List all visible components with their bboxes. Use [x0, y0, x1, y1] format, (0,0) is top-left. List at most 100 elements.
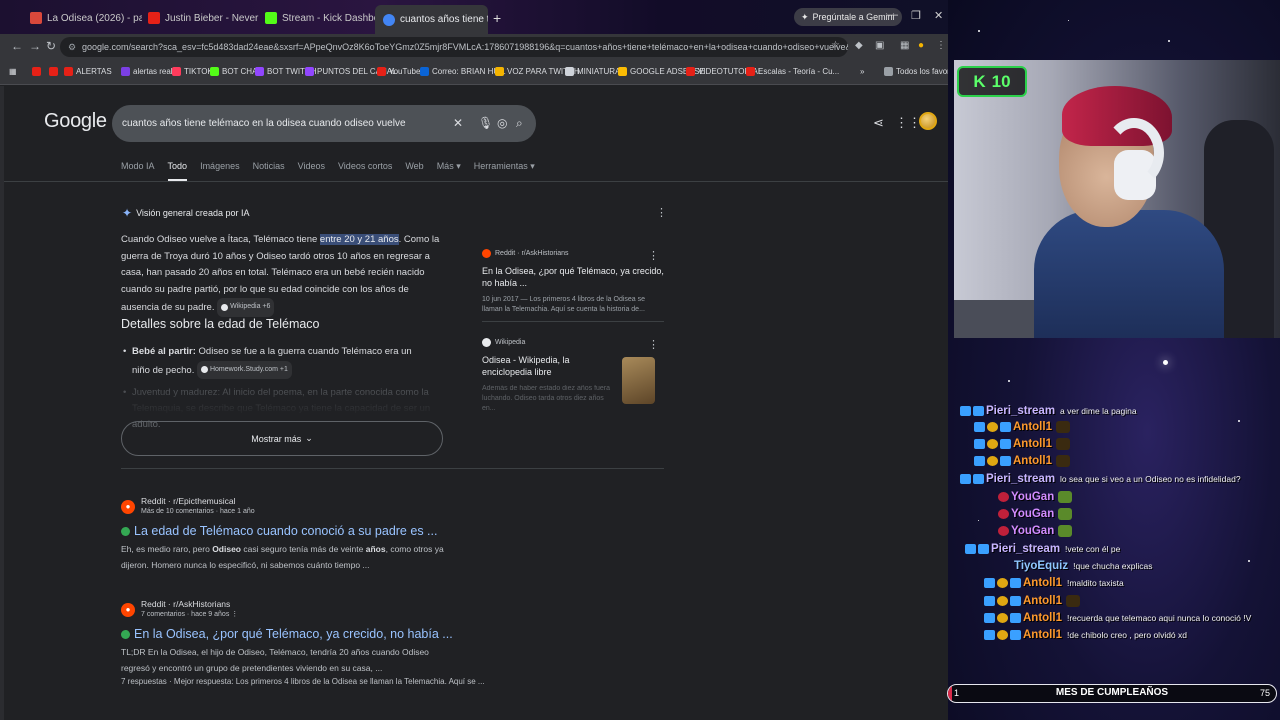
google-results-page: Google cuantos años tiene telémaco en la… [0, 86, 948, 720]
google-apps-icon[interactable]: ⋮⋮ [895, 115, 921, 131]
ai-text-part: Cuando Odiseo vuelve a Ítaca, Telémaco t… [121, 234, 320, 245]
result-site[interactable]: Reddit · r/AskHistorians [141, 599, 238, 610]
result-title-link[interactable]: En la Odisea, ¿por qué Telémaco, ya crec… [121, 627, 641, 641]
bookmark-miniaturas[interactable]: MINIATURAS [565, 67, 626, 76]
tab-videos[interactable]: Videos [298, 161, 325, 181]
lens-icon[interactable]: ◎ [497, 105, 507, 142]
ai-overview-title: Visión general creada por IA [136, 208, 250, 218]
chat-user: Antoll1 [1013, 421, 1052, 433]
tab-noticias[interactable]: Noticias [253, 161, 285, 181]
chip-label: Wikipedia +6 [230, 303, 271, 310]
result-title-link[interactable]: La edad de Telémaco cuando conoció a su … [121, 524, 641, 538]
wikipedia-icon [221, 303, 229, 311]
back-icon[interactable]: ← [11, 39, 23, 53]
goal-label: MES DE CUMPLEAÑOS [1055, 687, 1169, 698]
tab-herramientas[interactable]: Herramientas ▾ [474, 161, 535, 181]
badge-icon [984, 578, 995, 588]
goal-progress-bar: 1 MES DE CUMPLEAÑOS 75 [947, 684, 1277, 703]
tab-mas[interactable]: Más ▾ [437, 161, 461, 181]
more-bookmarks-icon[interactable]: » [860, 67, 864, 76]
chat-user: Antoll1 [1013, 438, 1052, 450]
bookmark-alertas[interactable]: ALERTAS [64, 67, 112, 76]
browser-menu-icon[interactable]: ⋮ [936, 40, 946, 51]
sidebar-icon[interactable]: ▦ [900, 40, 909, 51]
search-input[interactable]: cuantos años tiene telémaco en la odisea… [112, 105, 536, 142]
chat-message: Antoll1 !recuerda que telemaco aqui nunca… [984, 612, 1251, 624]
search-result-2: ● Reddit · r/AskHistorians 7 comentarios… [121, 599, 641, 686]
new-tab-icon[interactable]: + [493, 10, 501, 26]
chat-message: TiyoEquiz !que chucha explicas [1014, 560, 1153, 572]
tab-odisea[interactable]: La Odisea (2026) - pagina 4v 1 ✕ [22, 7, 142, 29]
bookmark-escalas[interactable]: Escalas - Teoría - Cu... [746, 67, 839, 76]
ai-overview-menu-icon[interactable]: ⋮ [656, 206, 667, 219]
profile-icon[interactable]: ● [918, 40, 924, 51]
source-site: Reddit · r/AskHistorians [495, 250, 569, 257]
tab-todo[interactable]: Todo [167, 161, 188, 181]
google-logo[interactable]: Google [44, 110, 107, 133]
chat-user: Pieri_stream [991, 543, 1061, 555]
tab-label: cuantos años tiene telémaco en [400, 14, 488, 25]
bookmark-icon-a[interactable] [32, 67, 41, 76]
tab-youtube[interactable]: Justin Bieber - Never Say Neve ✕ [140, 7, 260, 29]
chat-message: Antoll1 [984, 595, 1080, 607]
result-related[interactable]: 7 respuestas · Mejor respuesta: Los prim… [121, 677, 641, 686]
ai-highlight: entre 20 y 21 años [319, 234, 399, 245]
search-query-text: cuantos años tiene telémaco en la odisea… [122, 118, 406, 129]
tab-google-search[interactable]: cuantos años tiene telémaco en ✕ [375, 5, 488, 34]
badge-icon [997, 578, 1008, 588]
bookmark-bot-chat[interactable]: BOT CHAT [210, 67, 262, 76]
chat-text: !maldito taxista [1066, 578, 1124, 588]
extensions-puzzle-icon[interactable]: ▣ [875, 40, 884, 51]
apps-grid-icon[interactable]: ▦ [9, 67, 17, 76]
share-icon[interactable]: ⋖ [873, 115, 884, 131]
source-chip-homework[interactable]: Homework.Study.com +1 [196, 360, 292, 379]
bookmark-youtube[interactable]: YouTube [377, 67, 420, 76]
emote-icon [1055, 455, 1070, 467]
gemini-button[interactable]: ✦ Pregúntale a Gemini [794, 8, 902, 26]
search-icon[interactable]: ⌕ [516, 105, 523, 142]
emote-icon [1058, 525, 1073, 537]
bookmark-icon-b[interactable] [49, 67, 58, 76]
tab-videos-cortos[interactable]: Videos cortos [338, 161, 392, 181]
minimize-icon[interactable]: — [887, 9, 898, 21]
result-site[interactable]: Reddit · r/Epicthemusical [141, 496, 255, 507]
badge-icon [1010, 630, 1021, 640]
ai-text-part: . Como la guerra de Troya duró 10 años y… [121, 234, 440, 313]
bookmark-star-icon[interactable]: ☆ [831, 40, 840, 51]
forward-icon[interactable]: → [29, 39, 41, 53]
source-menu-icon[interactable]: ⋮ [648, 249, 659, 262]
badge-icon [984, 596, 995, 606]
clear-search-icon[interactable]: ✕ [453, 105, 463, 142]
verified-icon [121, 629, 130, 639]
show-more-button[interactable]: Mostrar más ⌄ [121, 421, 443, 456]
source-thumbnail[interactable] [622, 357, 655, 404]
bookmark-tiktok[interactable]: TIKTOK [172, 67, 213, 76]
tab-imagenes[interactable]: Imágenes [200, 161, 240, 181]
close-window-icon[interactable]: ✕ [934, 9, 943, 22]
bookmark-correo[interactable]: Correo: BRIAN HU... [420, 67, 506, 76]
voice-search-icon[interactable]: 🎙 [478, 105, 493, 142]
source-menu-icon[interactable]: ⋮ [648, 338, 659, 351]
tab-modo-ia[interactable]: Modo IA [121, 161, 155, 181]
tab-kick-dashboard[interactable]: Stream - Kick Dashboard ✕ [257, 7, 375, 29]
source-chip-wikipedia[interactable]: Wikipedia +6 [217, 298, 275, 317]
badge-icon [1010, 596, 1021, 606]
result-menu-icon[interactable]: ⋮ [231, 611, 238, 618]
chat-message: Antoll1 [974, 455, 1070, 467]
badge-icon [973, 474, 984, 484]
reload-icon[interactable]: ↻ [46, 39, 56, 53]
chat-text: lo sea que si veo a un Odiseo no es infi… [1060, 474, 1241, 484]
tab-web[interactable]: Web [405, 161, 423, 181]
ai-bullet-1: Bebé al partir: Odiseo se fue a la guerr… [123, 344, 432, 379]
badge-icon [987, 439, 998, 449]
source-card-wikipedia[interactable]: Wikipedia Odisea - Wikipedia, la enciclo… [482, 338, 617, 414]
all-bookmarks[interactable]: Todos los favoritos [884, 67, 948, 76]
site-info-icon[interactable]: ⚙ [68, 37, 76, 57]
gemini-label: Pregúntale a Gemini [812, 12, 895, 22]
source-card-reddit[interactable]: Reddit · r/AskHistorians En la Odisea, ¿… [482, 249, 664, 315]
chip-label: Homework.Study.com +1 [209, 365, 288, 373]
extension-icon[interactable]: ◆ [855, 40, 863, 51]
address-bar[interactable]: ⚙ google.com/search?sca_esv=fc5d483dad24… [60, 37, 848, 57]
restore-icon[interactable]: ❐ [911, 9, 921, 22]
account-avatar[interactable] [919, 112, 937, 130]
